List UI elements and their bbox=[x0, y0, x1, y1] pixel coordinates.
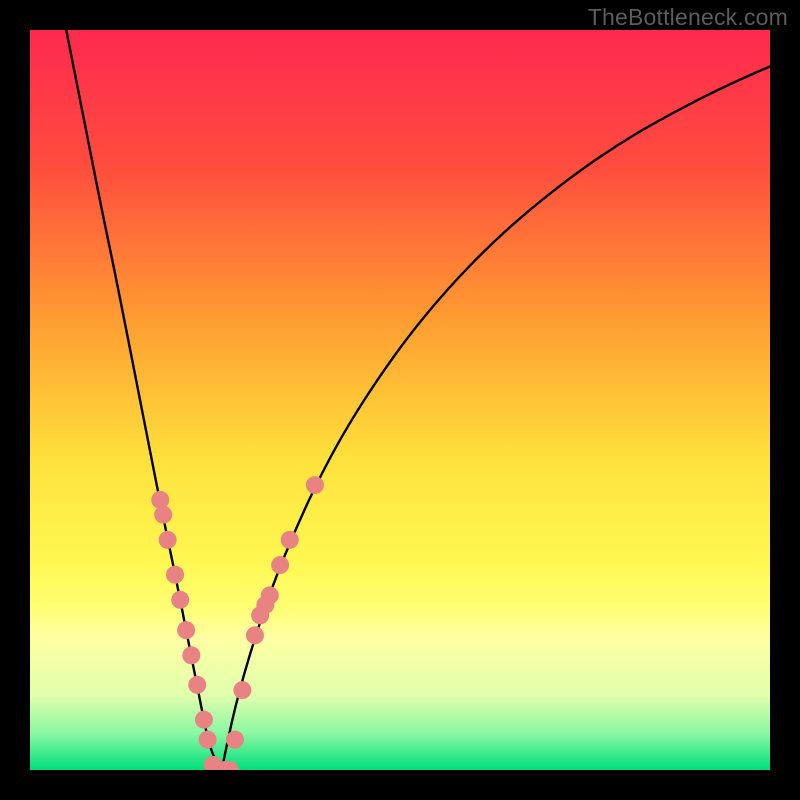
curve-layer bbox=[30, 30, 770, 770]
data-point bbox=[171, 591, 189, 609]
marker-group bbox=[151, 476, 324, 770]
data-point bbox=[246, 626, 264, 644]
data-point bbox=[166, 566, 184, 584]
data-point bbox=[271, 556, 289, 574]
watermark-text: TheBottleneck.com bbox=[588, 4, 788, 31]
data-point bbox=[195, 711, 213, 729]
data-point bbox=[154, 506, 172, 524]
data-point bbox=[233, 681, 251, 699]
chart-frame: TheBottleneck.com bbox=[0, 0, 800, 800]
data-point bbox=[182, 646, 200, 664]
data-point bbox=[306, 476, 324, 494]
data-point bbox=[159, 531, 177, 549]
data-point bbox=[261, 586, 279, 604]
data-point bbox=[226, 731, 244, 749]
data-point bbox=[281, 531, 299, 549]
plot-area bbox=[30, 30, 770, 770]
data-point bbox=[199, 731, 217, 749]
curve-right-branch bbox=[222, 62, 770, 770]
data-point bbox=[151, 491, 169, 509]
data-point bbox=[177, 621, 195, 639]
data-point bbox=[188, 676, 206, 694]
